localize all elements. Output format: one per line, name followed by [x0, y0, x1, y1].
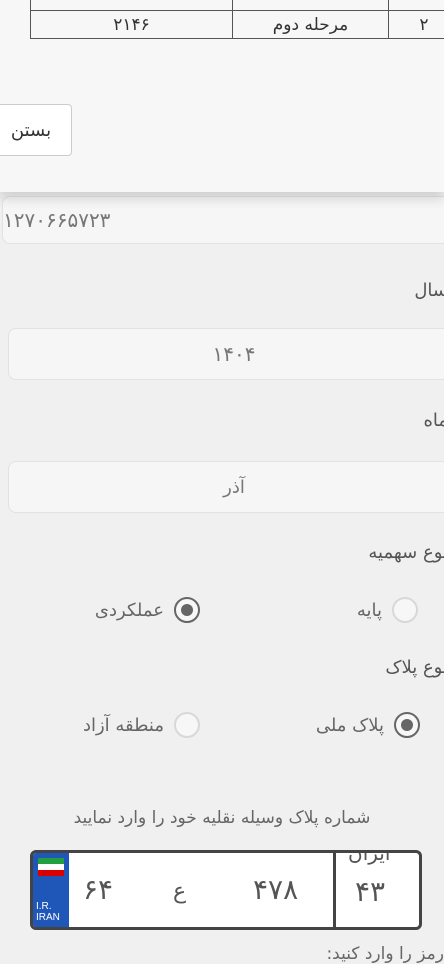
radio-icon[interactable] [392, 597, 418, 623]
year-label: سال [414, 280, 444, 301]
plate-flag-strip: I.R. IRAN [33, 853, 69, 927]
plate-option-label: پلاک ملی [316, 715, 384, 736]
quota-type-label: نوع سهمیه [368, 542, 444, 563]
year-select[interactable]: ۱۴۰۴ [8, 328, 444, 380]
result-table: ۲ مرحله دوم ۲۱۴۶ [30, 0, 444, 39]
month-select[interactable]: آذر [8, 461, 444, 513]
plate-part1[interactable]: ۶۴ [83, 873, 113, 906]
plate-option-national[interactable]: پلاک ملی [316, 712, 420, 738]
plate-part2[interactable]: ۴۷۸ [253, 873, 298, 906]
radio-icon[interactable] [174, 712, 200, 738]
plate-divider [333, 853, 336, 927]
quota-option-label: پایه [357, 600, 382, 621]
month-label: ماه [423, 410, 444, 431]
table-cell-value: ۲۱۴۶ [31, 11, 233, 39]
close-button[interactable]: بستن [0, 104, 72, 156]
quota-option-performance[interactable]: عملکردی [95, 597, 200, 623]
plate-hint: شماره پلاک وسیله نقلیه خود را وارد نمایی… [0, 808, 444, 828]
year-value: ۱۴۰۴ [213, 342, 256, 366]
table-cell-stage: مرحله دوم [233, 11, 389, 39]
radio-selected-icon[interactable] [174, 597, 200, 623]
month-value: آذر [223, 477, 245, 498]
radio-selected-icon[interactable] [394, 712, 420, 738]
password-hint: رمز را وارد کنید: [326, 944, 444, 964]
quota-option-base[interactable]: پایه [357, 597, 418, 623]
table-row [31, 0, 444, 11]
modal-footer: بستن [0, 68, 444, 192]
table-row: ۲ مرحله دوم ۲۱۴۶ [31, 11, 444, 39]
plate-country-code: I.R. IRAN [36, 901, 60, 923]
plate-option-label: منطقه آزاد [83, 715, 164, 736]
license-plate-input[interactable]: I.R. IRAN ۶۴ ع ۴۷۸ ایران ۴۳ [30, 850, 422, 930]
table-cell-index: ۲ [389, 11, 444, 39]
top-value-field[interactable]: ۱۲۷۰۶۶۵۷۲۳ [2, 196, 444, 244]
table-cell-index [389, 0, 444, 11]
table-cell-stage [233, 0, 389, 11]
plate-region[interactable]: ۴۳ [355, 875, 385, 908]
plate-letter[interactable]: ع [173, 879, 186, 904]
iran-flag-icon [38, 858, 64, 876]
plate-iran-word: ایران [348, 850, 390, 865]
plate-option-free-zone[interactable]: منطقه آزاد [83, 712, 200, 738]
plate-type-label: نوع پلاک [385, 657, 444, 678]
table-cell-value [31, 0, 233, 11]
quota-option-label: عملکردی [95, 600, 164, 621]
result-modal: ۲ مرحله دوم ۲۱۴۶ بستن [0, 0, 444, 192]
